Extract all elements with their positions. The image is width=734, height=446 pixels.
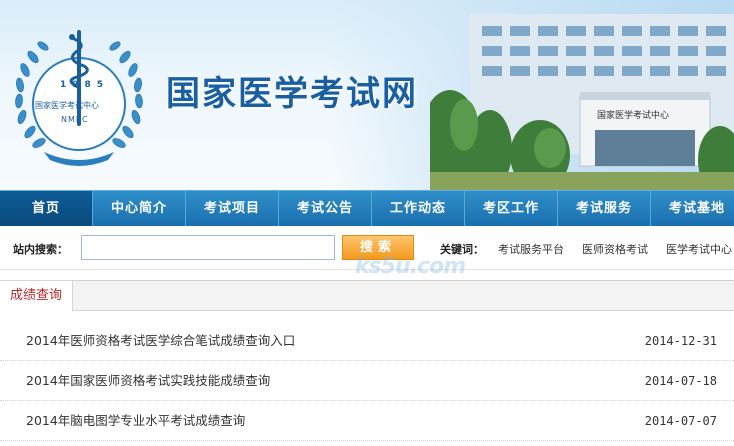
tab-strip: 成绩查询 [0, 280, 734, 311]
nav-item-exams[interactable]: 考试项目 [186, 191, 279, 227]
list-item-date: 2014-07-07 [644, 414, 717, 428]
list-item-title[interactable]: 2014年医师资格考试医学综合笔试成绩查询入口 [26, 321, 295, 361]
site-banner: 1985 国家医学考试中心 NMEC 国家医学考试网 国家医学考试中心 [0, 0, 734, 190]
search-input[interactable] [81, 235, 335, 260]
site-title: 国家医学考试网 [166, 74, 418, 114]
keyword-link-exam-center[interactable]: 医学考试中心 [666, 241, 732, 257]
nmec-emblem [15, 30, 143, 166]
news-list: 2014年医师资格考试医学综合笔试成绩查询入口 2014-12-31 2014年… [0, 321, 734, 441]
list-item-date: 2014-07-18 [644, 374, 717, 388]
emblem-org-name: 国家医学考试中心 [35, 101, 99, 110]
main-nav: 首页 中心简介 考试项目 考试公告 工作动态 考区工作 考试服务 考试基地 [0, 190, 734, 227]
list-item-title[interactable]: 2014年脑电图学专业水平考试成绩查询 [26, 401, 245, 441]
nav-item-about[interactable]: 中心简介 [93, 191, 186, 227]
keyword-link-physician-exam[interactable]: 医师资格考试 [582, 241, 648, 257]
nav-item-regions[interactable]: 考区工作 [465, 191, 558, 227]
nav-item-news[interactable]: 工作动态 [372, 191, 465, 227]
keywords-label: 关键词： [440, 243, 484, 256]
tab-score-query[interactable]: 成绩查询 [0, 280, 73, 311]
emblem-year: 1985 [60, 80, 110, 90]
list-item-date: 2014-12-31 [644, 334, 717, 348]
emblem-abbr: NMEC [61, 115, 89, 124]
list-item[interactable]: 2014年脑电图学专业水平考试成绩查询 2014-07-07 [0, 401, 734, 441]
list-item[interactable]: 2014年医师资格考试医学综合笔试成绩查询入口 2014-12-31 [0, 321, 734, 361]
nav-item-home[interactable]: 首页 [0, 191, 93, 227]
building-sign: 国家医学考试中心 [597, 111, 670, 121]
search-label: 站内搜索： [13, 243, 68, 256]
nav-item-bases[interactable]: 考试基地 [651, 191, 734, 227]
search-bar: 站内搜索： 搜索 ks5u.com 关键词： 考试服务平台 医师资格考试 医学考… [0, 226, 734, 279]
building-illustration [430, 14, 734, 190]
watermark: ks5u.com [355, 254, 466, 279]
keyword-link-platform[interactable]: 考试服务平台 [498, 241, 564, 257]
list-item[interactable]: 2014年国家医师资格考试实践技能成绩查询 2014-07-18 [0, 361, 734, 401]
results-panel: 成绩查询 2014年医师资格考试医学综合笔试成绩查询入口 2014-12-31 … [0, 280, 734, 446]
nav-item-services[interactable]: 考试服务 [558, 191, 651, 227]
nav-item-announcements[interactable]: 考试公告 [279, 191, 372, 227]
list-item-title[interactable]: 2014年国家医师资格考试实践技能成绩查询 [26, 361, 270, 401]
